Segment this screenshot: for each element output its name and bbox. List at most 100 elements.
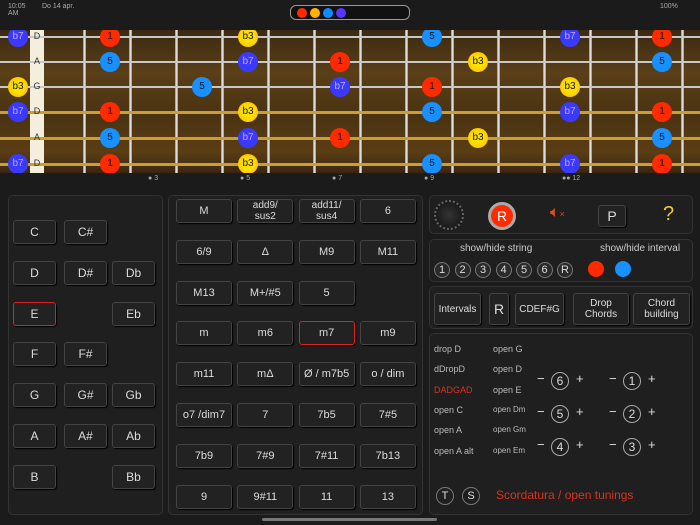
key-button-g-sharp[interactable]: G# (64, 383, 107, 408)
chord-button[interactable]: 6 (359, 199, 416, 223)
chord-button[interactable]: o7 /dim7 (176, 403, 232, 427)
key-button-a-sharp[interactable]: A# (64, 424, 107, 448)
color-palette-selector[interactable] (290, 5, 410, 20)
record-button[interactable]: R (488, 202, 516, 230)
string-toggle-R[interactable]: R (557, 262, 573, 278)
increase-string-6[interactable]: + (576, 371, 584, 386)
root-button[interactable]: R (489, 293, 509, 325)
note-marker[interactable]: b7 (330, 77, 350, 97)
note-marker[interactable]: b7 (560, 102, 580, 122)
decrease-string-2[interactable]: − (609, 404, 617, 419)
key-button-gb[interactable]: Gb (112, 383, 155, 408)
chord-button[interactable]: 7#9 (237, 443, 294, 468)
s-button[interactable]: S (462, 487, 480, 505)
chord-button[interactable]: add11/ sus4 (298, 199, 355, 223)
chord-button[interactable]: o / dim (359, 362, 416, 387)
tuning-option[interactable]: open A alt (434, 446, 474, 456)
key-button-g[interactable]: G (13, 383, 56, 408)
note-marker[interactable]: b3 (468, 52, 488, 72)
chord-button[interactable]: 7b5 (298, 403, 355, 427)
tuning-option[interactable]: open Em (493, 446, 525, 455)
note-marker[interactable]: 5 (652, 128, 672, 148)
tuning-option[interactable]: dDropD (434, 364, 465, 374)
decrease-string-5[interactable]: − (537, 404, 545, 419)
note-marker[interactable]: 5 (652, 52, 672, 72)
mute-icon[interactable]: 🔈︎× (550, 204, 565, 222)
string-toggle-4[interactable]: 4 (495, 262, 512, 278)
note-marker[interactable]: 5 (100, 52, 120, 72)
palette-color-dot[interactable] (310, 8, 320, 18)
chord-button[interactable]: 13 (359, 484, 416, 509)
increase-string-4[interactable]: + (576, 437, 584, 452)
note-marker[interactable]: 1 (652, 102, 672, 122)
tuning-option[interactable]: DADGAD (434, 385, 473, 395)
chord-button[interactable]: M11 (359, 239, 416, 264)
key-button-f-sharp[interactable]: F# (64, 342, 107, 367)
chord-button[interactable]: m6 (237, 321, 294, 346)
key-button-e[interactable]: E (13, 301, 56, 326)
t-button[interactable]: T (436, 487, 454, 505)
note-names-button[interactable]: CDEF#G (515, 293, 564, 325)
note-marker[interactable]: 5 (422, 102, 442, 122)
note-marker[interactable]: 1 (330, 52, 350, 72)
chord-button[interactable]: m9 (359, 321, 416, 346)
color-wheel-icon[interactable] (434, 200, 464, 230)
note-marker[interactable]: b7 (8, 154, 28, 173)
decrease-string-4[interactable]: − (537, 437, 545, 452)
chord-button[interactable]: m7 (298, 321, 355, 346)
chord-button[interactable]: 9 (176, 484, 232, 509)
increase-string-2[interactable]: + (648, 404, 656, 419)
chord-button[interactable]: 7b13 (359, 443, 416, 468)
interval-toggle-dot[interactable] (615, 261, 631, 277)
tuning-option[interactable]: open E (493, 385, 522, 395)
help-button[interactable]: ? (663, 203, 674, 226)
note-marker[interactable]: b3 (8, 77, 28, 97)
chord-button[interactable]: Δ (237, 239, 294, 264)
key-button-ab[interactable]: Ab (112, 424, 155, 448)
key-button-f[interactable]: F (13, 342, 56, 367)
decrease-string-6[interactable]: − (537, 371, 545, 386)
tuning-option[interactable]: open Dm (493, 405, 525, 414)
note-marker[interactable]: 5 (192, 77, 212, 97)
note-marker[interactable]: 1 (100, 102, 120, 122)
decrease-string-3[interactable]: − (609, 437, 617, 452)
note-marker[interactable]: 5 (422, 154, 442, 173)
note-marker[interactable]: b3 (238, 102, 258, 122)
note-marker[interactable]: b3 (238, 30, 258, 47)
note-marker[interactable]: 5 (100, 128, 120, 148)
chord-button[interactable]: 7b9 (176, 443, 232, 468)
tuning-option[interactable]: open C (434, 405, 463, 415)
increase-string-3[interactable]: + (648, 437, 656, 452)
chord-button[interactable]: M (176, 199, 232, 223)
note-marker[interactable]: 5 (422, 30, 442, 47)
key-button-c-sharp[interactable]: C# (64, 220, 107, 244)
chord-button[interactable]: 7 (237, 403, 294, 427)
key-button-db[interactable]: Db (112, 260, 155, 285)
chord-button[interactable]: M9 (298, 239, 355, 264)
string-toggle-6[interactable]: 6 (536, 262, 553, 278)
note-marker[interactable]: 1 (100, 154, 120, 173)
chord-button[interactable]: 6/9 (176, 239, 232, 264)
tuning-option[interactable]: open Gm (493, 425, 526, 434)
note-marker[interactable]: b7 (8, 30, 28, 47)
p-button[interactable]: P (598, 205, 626, 227)
chord-button[interactable]: 11 (298, 484, 355, 509)
chord-button[interactable]: add9/ sus2 (237, 199, 294, 223)
fretboard[interactable]: D A G D A Db7 1 b3 5 b7 1 5 b7 1 b3 5 b3 5 b7 1 b3 b7 1 b3 5 b7 1 5… (0, 30, 700, 173)
tuning-option[interactable]: drop D (434, 344, 461, 354)
note-marker[interactable]: b3 (468, 128, 488, 148)
tuning-option[interactable]: open D (493, 364, 522, 374)
drop-chords-button[interactable]: Drop Chords (573, 293, 629, 325)
note-marker[interactable]: b3 (560, 77, 580, 97)
note-marker[interactable]: b7 (560, 30, 580, 47)
palette-color-dot[interactable] (323, 8, 333, 18)
note-marker[interactable]: 1 (330, 128, 350, 148)
chord-button[interactable]: Ø / m7b5 (298, 362, 355, 387)
increase-string-1[interactable]: + (648, 371, 656, 386)
note-marker[interactable]: 1 (652, 30, 672, 47)
intervals-button[interactable]: Intervals (434, 293, 481, 325)
note-marker[interactable]: b7 (238, 128, 258, 148)
key-button-bb[interactable]: Bb (112, 464, 155, 489)
note-marker[interactable]: b7 (8, 102, 28, 122)
note-marker[interactable]: b7 (238, 52, 258, 72)
